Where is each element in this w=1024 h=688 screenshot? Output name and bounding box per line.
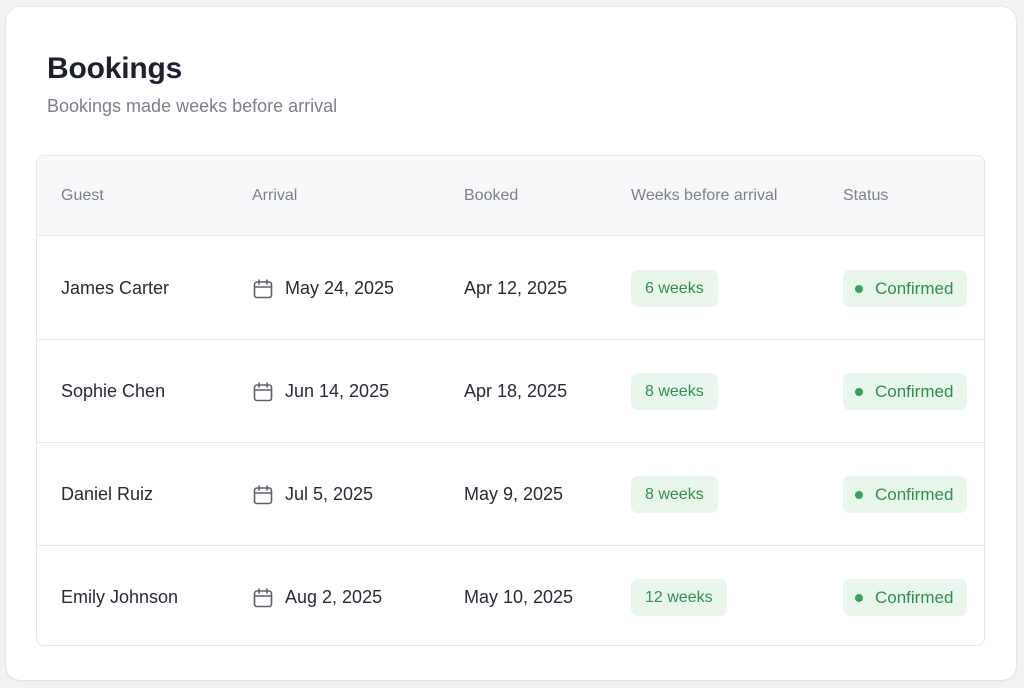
status-dot-icon <box>855 387 863 396</box>
calendar-icon <box>253 278 273 298</box>
column-header-status[interactable]: Status <box>843 156 888 236</box>
bookings-card: Bookings Bookings made weeks before arri… <box>6 7 1016 680</box>
table-row[interactable]: Emily Johnson Aug 2, 2025 May 10, 2025 1… <box>37 546 984 645</box>
page-title: Bookings <box>47 52 183 85</box>
booked-date: Apr 12, 2025 <box>464 278 568 298</box>
table-row[interactable]: Sophie Chen Jun 14, 2025 Apr 18, 2025 8 … <box>37 340 984 443</box>
guest-name: Emily Johnson <box>61 587 179 607</box>
status-label: Confirmed <box>875 588 954 607</box>
arrival-date: Jul 5, 2025 <box>285 484 374 504</box>
column-header-weeks[interactable]: Weeks before arrival <box>631 156 777 236</box>
weeks-badge: 12 weeks <box>631 579 727 616</box>
status-label: Confirmed <box>875 382 954 401</box>
page-subtitle: Bookings made weeks before arrival <box>47 96 338 116</box>
weeks-badge: 6 weeks <box>631 270 718 307</box>
table-row[interactable]: James Carter May 24, 2025 Apr 12, 2025 6… <box>37 237 984 340</box>
arrival-cell: May 24, 2025 <box>252 237 394 340</box>
guest-name: Daniel Ruiz <box>61 484 154 504</box>
arrival-date: May 24, 2025 <box>285 278 395 298</box>
arrival-date: Aug 2, 2025 <box>285 587 383 607</box>
arrival-cell: Aug 2, 2025 <box>252 546 383 645</box>
bookings-table: Guest Arrival Booked Weeks before arriva… <box>36 155 985 646</box>
arrival-date: Jun 14, 2025 <box>285 381 390 401</box>
status-label: Confirmed <box>875 485 954 504</box>
status-badge: Confirmed <box>843 373 968 410</box>
column-header-guest[interactable]: Guest <box>61 156 104 236</box>
calendar-icon <box>253 587 273 607</box>
booked-date: Apr 18, 2025 <box>464 381 568 401</box>
arrival-cell: Jul 5, 2025 <box>252 443 373 546</box>
status-label: Confirmed <box>875 279 954 298</box>
status-dot-icon <box>855 284 863 293</box>
status-badge: Confirmed <box>843 476 968 513</box>
calendar-icon <box>253 381 273 401</box>
table-row[interactable]: Daniel Ruiz Jul 5, 2025 May 9, 2025 8 we… <box>37 443 984 546</box>
guest-name: James Carter <box>61 278 170 298</box>
table-header: Guest Arrival Booked Weeks before arriva… <box>37 156 984 236</box>
status-dot-icon <box>855 593 863 602</box>
column-header-arrival[interactable]: Arrival <box>252 156 297 236</box>
status-badge: Confirmed <box>843 270 968 307</box>
booked-date: May 9, 2025 <box>464 484 564 504</box>
booked-date: May 10, 2025 <box>464 587 574 607</box>
status-dot-icon <box>855 490 863 499</box>
guest-name: Sophie Chen <box>61 381 166 401</box>
column-header-booked[interactable]: Booked <box>464 156 518 236</box>
arrival-cell: Jun 14, 2025 <box>252 340 389 443</box>
calendar-icon <box>253 484 273 504</box>
status-badge: Confirmed <box>843 579 968 616</box>
weeks-badge: 8 weeks <box>631 476 718 513</box>
weeks-badge: 8 weeks <box>631 373 718 410</box>
